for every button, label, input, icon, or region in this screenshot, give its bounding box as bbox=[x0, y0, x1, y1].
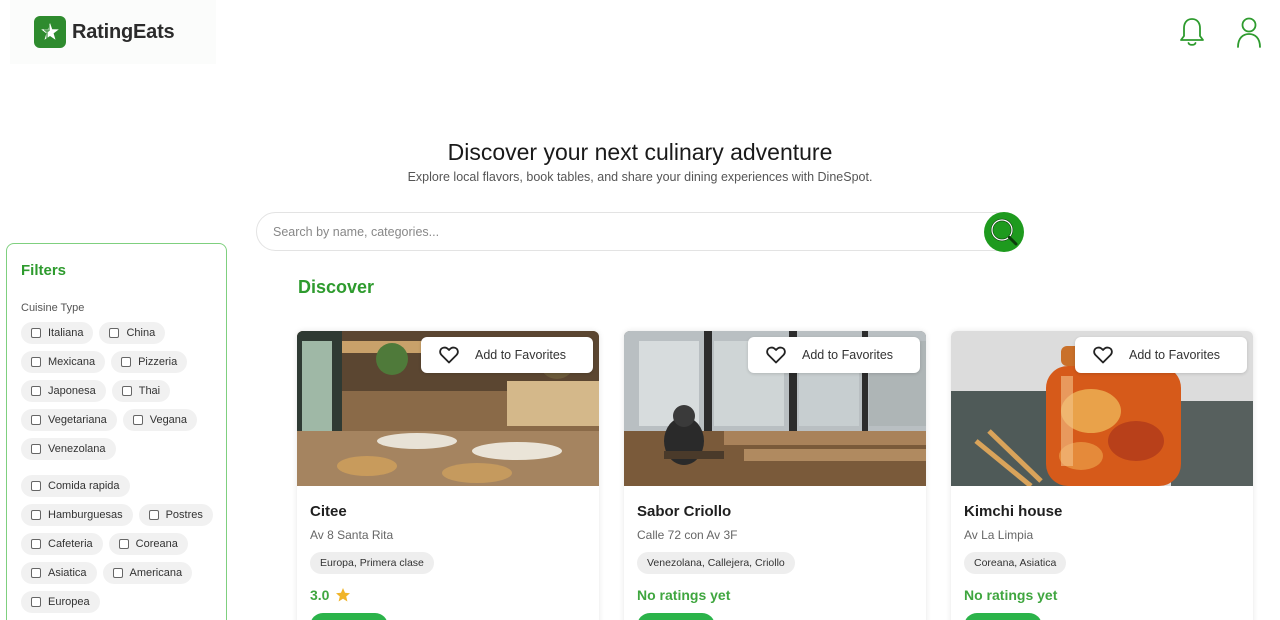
checkbox[interactable] bbox=[31, 481, 41, 491]
restaurant-tags: Europa, Primera clase bbox=[310, 552, 434, 574]
checkbox[interactable] bbox=[31, 386, 41, 396]
search-button[interactable] bbox=[984, 212, 1024, 252]
logo-icon bbox=[34, 16, 66, 48]
rating-value: No ratings yet bbox=[637, 587, 731, 603]
filter-thai[interactable]: Thai bbox=[111, 380, 171, 402]
heart-icon bbox=[439, 346, 459, 364]
add-to-favorites-button[interactable]: Add to Favorites bbox=[1075, 337, 1247, 373]
card-action-button[interactable] bbox=[310, 613, 388, 620]
restaurant-rating: 3.0 bbox=[310, 587, 351, 603]
checkbox[interactable] bbox=[118, 539, 129, 549]
checkbox[interactable] bbox=[31, 328, 41, 338]
filter-mexicana[interactable]: Mexicana bbox=[21, 351, 106, 373]
user-icon[interactable] bbox=[1232, 14, 1266, 50]
filter-americana[interactable]: Americana bbox=[102, 562, 193, 584]
checkbox[interactable] bbox=[31, 568, 41, 578]
favorite-label: Add to Favorites bbox=[475, 348, 567, 362]
checkbox[interactable] bbox=[31, 597, 41, 607]
checkbox[interactable] bbox=[121, 386, 132, 396]
checkbox[interactable] bbox=[31, 539, 41, 549]
filter-vegetariana[interactable]: Vegetariana bbox=[21, 409, 117, 431]
filters-panel: Filters Cuisine Type Italiana China Mexi… bbox=[6, 243, 227, 620]
checkbox[interactable] bbox=[148, 510, 159, 520]
filter-postres[interactable]: Postres bbox=[138, 504, 213, 526]
filter-venezolana[interactable]: Venezolana bbox=[21, 438, 116, 460]
restaurant-rating: No ratings yet bbox=[637, 587, 730, 603]
cuisine-filter-list: Italiana China Mexicana Pizzeria Japones… bbox=[21, 322, 221, 613]
favorite-label: Add to Favorites bbox=[1129, 348, 1221, 362]
filter-cafeteria[interactable]: Cafeteria bbox=[21, 533, 103, 555]
restaurant-tags: Venezolana, Callejera, Criollo bbox=[637, 552, 795, 574]
restaurant-address: Av La Limpia bbox=[964, 528, 1034, 542]
checkbox[interactable] bbox=[31, 510, 41, 520]
filter-hamburguesas[interactable]: Hamburguesas bbox=[21, 504, 133, 526]
restaurant-card[interactable]: Add to Favorites Kimchi house Av La Limp… bbox=[951, 331, 1253, 620]
filter-china[interactable]: China bbox=[99, 322, 166, 344]
star-icon bbox=[336, 588, 351, 602]
restaurant-card[interactable]: Add to Favorites Sabor Criollo Calle 72 … bbox=[624, 331, 926, 620]
hero-title: Discover your next culinary adventure bbox=[447, 139, 833, 165]
filter-japonesa[interactable]: Japonesa bbox=[21, 380, 106, 402]
checkbox[interactable] bbox=[31, 357, 41, 367]
restaurant-name: Citee bbox=[310, 503, 347, 520]
card-action-button[interactable] bbox=[964, 613, 1042, 620]
restaurant-address: Calle 72 con Av 3F bbox=[637, 528, 738, 542]
filter-vegana[interactable]: Vegana bbox=[122, 409, 198, 431]
card-action-button[interactable] bbox=[637, 613, 715, 620]
brand-name: RatingEats bbox=[72, 20, 175, 43]
discover-heading: Discover bbox=[298, 277, 375, 297]
search-icon bbox=[990, 218, 1018, 246]
heart-icon bbox=[766, 346, 786, 364]
restaurant-tags: Coreana, Asiatica bbox=[964, 552, 1067, 574]
checkbox[interactable] bbox=[132, 415, 143, 425]
favorite-label: Add to Favorites bbox=[802, 348, 894, 362]
cuisine-type-label: Cuisine Type bbox=[21, 302, 85, 314]
rating-value: No ratings yet bbox=[964, 587, 1058, 603]
restaurant-name: Kimchi house bbox=[964, 503, 1063, 520]
heart-icon bbox=[1093, 346, 1113, 364]
restaurant-rating: No ratings yet bbox=[964, 587, 1057, 603]
search-bar bbox=[256, 212, 1016, 251]
logo[interactable]: RatingEats bbox=[10, 0, 216, 64]
filter-comida-rapida[interactable]: Comida rapida bbox=[21, 475, 130, 497]
checkbox[interactable] bbox=[31, 444, 41, 454]
filter-europea[interactable]: Europea bbox=[21, 591, 100, 613]
checkbox[interactable] bbox=[109, 328, 120, 338]
add-to-favorites-button[interactable]: Add to Favorites bbox=[748, 337, 920, 373]
filter-asiatica[interactable]: Asiatica bbox=[21, 562, 97, 584]
filters-title: Filters bbox=[21, 262, 67, 279]
bell-icon[interactable] bbox=[1175, 14, 1209, 50]
checkbox[interactable] bbox=[121, 357, 132, 367]
restaurant-name: Sabor Criollo bbox=[637, 503, 732, 520]
add-to-favorites-button[interactable]: Add to Favorites bbox=[421, 337, 593, 373]
hero-subtitle: Explore local flavors, book tables, and … bbox=[407, 170, 873, 184]
restaurant-card[interactable]: Add to Favorites Citee Av 8 Santa Rita E… bbox=[297, 331, 599, 620]
search-input[interactable] bbox=[273, 221, 973, 243]
filter-italiana[interactable]: Italiana bbox=[21, 322, 94, 344]
checkbox[interactable] bbox=[31, 415, 41, 425]
filter-coreana[interactable]: Coreana bbox=[108, 533, 188, 555]
checkbox[interactable] bbox=[112, 568, 123, 578]
rating-value: 3.0 bbox=[310, 587, 330, 603]
restaurant-address: Av 8 Santa Rita bbox=[310, 528, 394, 542]
filter-pizzeria[interactable]: Pizzeria bbox=[111, 351, 188, 373]
